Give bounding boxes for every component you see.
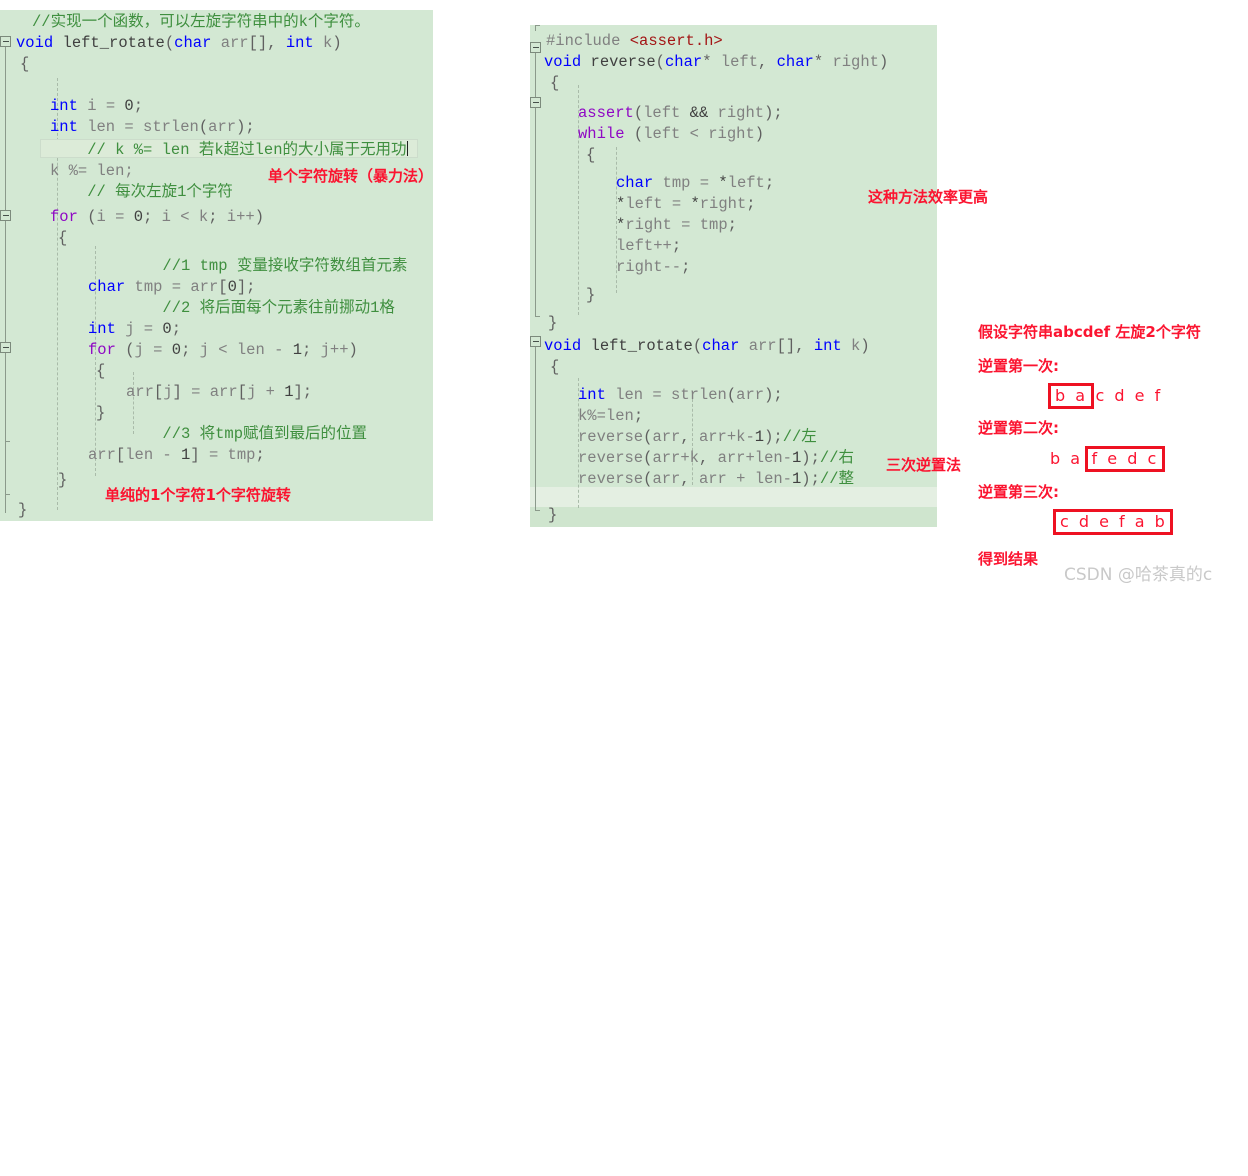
code-line-close-brace-function: }	[18, 501, 28, 519]
code-line-open-brace: {	[20, 55, 30, 73]
annotation-single-char-rotation: 单个字符旋转（暴力法）	[268, 167, 434, 185]
fold-toggle-for-inner[interactable]	[0, 342, 11, 353]
code-line-close-brace: }	[58, 471, 68, 489]
fold-toggle-function[interactable]	[0, 36, 11, 47]
code-line-reverse-right: reverse(arr+k, arr+len-1);//右	[578, 449, 855, 467]
code-line-open-brace: {	[550, 74, 560, 92]
code-line-comment-step3: //3 将tmp赋值到最后的位置	[88, 425, 368, 443]
code-line-k-mod-len: k %= len;	[50, 162, 134, 180]
code-line-comment-step2: //2 将后面每个元素往前挪动1格	[88, 299, 395, 317]
code-line-comment-each-rotate: // 每次左旋1个字符	[50, 183, 233, 201]
code-line-close-brace: }	[96, 404, 106, 422]
fold-toggle-left-rotate[interactable]	[530, 336, 541, 347]
code-line-for-inner: for (j = 0; j < len - 1; j++)	[88, 341, 358, 359]
code-line-close-brace: }	[586, 286, 596, 304]
fold-bracket-line	[5, 353, 6, 442]
diagram-title: 假设字符串abcdef 左旋2个字符	[978, 323, 1201, 341]
diagram-result-label: 得到结果	[978, 550, 1039, 568]
code-line-right-decrement: right--;	[616, 258, 691, 276]
code-line-comment-title: //实现一个函数，可以左旋字符串中的k个字符。	[32, 13, 370, 31]
reverse-step-3-label: 逆置第三次:	[978, 483, 1059, 501]
code-line-k-mod: k%=len;	[578, 407, 644, 425]
reverse-step-3-boxed: c d e f a b	[1053, 509, 1174, 535]
code-line-function-signature: void left_rotate(char arr[], int k)	[16, 34, 342, 52]
code-line-while: while (left < right)	[578, 125, 765, 143]
left-code-panel[interactable]: //实现一个函数，可以左旋字符串中的k个字符。 void left_rotate…	[0, 10, 433, 521]
code-line-open-brace: {	[58, 229, 68, 247]
fold-gutter-left	[0, 10, 15, 521]
fold-bracket-line	[5, 495, 6, 513]
code-line-left-assign: *left = *right;	[616, 195, 756, 213]
fold-gutter-mid	[530, 25, 545, 523]
fold-toggle-while[interactable]	[530, 97, 541, 108]
fold-bracket-line	[5, 47, 6, 215]
code-line-comment-step1: //1 tmp 变量接收字符数组首元素	[88, 257, 408, 275]
code-line-left-rotate-signature: void left_rotate(char arr[], int k)	[544, 337, 870, 355]
code-line-int-len: int len = strlen(arr);	[50, 118, 255, 136]
reverse-step-2-sequence: b af e d c	[1048, 446, 1165, 472]
code-line-open-brace: {	[550, 358, 560, 376]
reverse-step-2-plain: b a	[1050, 449, 1083, 468]
fold-toggle-for-outer[interactable]	[0, 210, 11, 221]
fold-bracket-line	[5, 442, 6, 495]
code-line-int-len-mid: int len = strlen(arr);	[578, 386, 783, 404]
text-caret	[406, 141, 408, 156]
reverse-step-2-boxed: f e d c	[1084, 446, 1165, 472]
code-line-char-tmp: char tmp = arr[0];	[88, 278, 256, 296]
code-line-open-brace: {	[586, 146, 596, 164]
code-line-close-brace-reverse: }	[548, 314, 558, 332]
code-line-comment-kmod: // k %= len 若k超过len的大小属于无用功	[50, 141, 407, 159]
code-line-int-j: int j = 0;	[88, 320, 182, 338]
fold-end-marker	[535, 510, 540, 511]
code-line-open-brace: {	[96, 362, 106, 380]
fold-end-marker	[535, 25, 540, 26]
fold-toggle-reverse[interactable]	[530, 42, 541, 53]
code-line-int-i: int i = 0;	[50, 97, 144, 115]
reverse-step-2-label: 逆置第二次:	[978, 419, 1059, 437]
panel-bottom-strip	[530, 507, 937, 527]
code-line-reverse-signature: void reverse(char* left, char* right)	[544, 53, 889, 71]
code-line-include: #include <assert.h>	[546, 32, 723, 50]
annotation-more-efficient: 这种方法效率更高	[868, 188, 989, 206]
code-line-reverse-left: reverse(arr, arr+k-1);//左	[578, 428, 817, 446]
code-line-close-brace-left-rotate: }	[548, 506, 558, 524]
mid-code-panel[interactable]: #include <assert.h> void reverse(char* l…	[530, 25, 937, 527]
fold-bracket-line	[535, 53, 536, 101]
csdn-watermark: CSDN @哈茶真的c	[1064, 565, 1213, 585]
code-line-for-outer: for (i = 0; i < k; i++)	[50, 208, 265, 226]
fold-bracket-line	[5, 221, 6, 346]
reverse-step-1-plain: c d e f	[1095, 386, 1163, 405]
fold-bracket-line	[535, 108, 536, 317]
reverse-step-3-sequence: c d e f a b	[1053, 509, 1174, 535]
code-line-left-increment: left++;	[616, 237, 682, 255]
code-line-assign-last: arr[len - 1] = tmp;	[88, 446, 265, 464]
annotation-pure-one-by-one: 单纯的1个字符1个字符旋转	[105, 486, 291, 504]
reverse-step-1-sequence: b ac d e f	[1048, 383, 1165, 409]
annotation-three-reverse-method: 三次逆置法	[886, 456, 962, 474]
code-line-reverse-whole: reverse(arr, arr + len-1);//整	[578, 470, 854, 488]
code-line-right-assign: *right = tmp;	[616, 216, 737, 234]
code-line-shift-assign: arr[j] = arr[j + 1];	[126, 383, 313, 401]
reverse-step-1-boxed: b a	[1048, 383, 1094, 409]
code-line-char-tmp-left: char tmp = *left;	[616, 174, 775, 192]
fold-bracket-line	[535, 347, 536, 511]
fold-end-marker	[535, 316, 540, 317]
code-line-assert: assert(left && right);	[578, 104, 783, 122]
reverse-step-1-label: 逆置第一次:	[978, 357, 1059, 375]
blank-line-strip	[530, 487, 937, 507]
